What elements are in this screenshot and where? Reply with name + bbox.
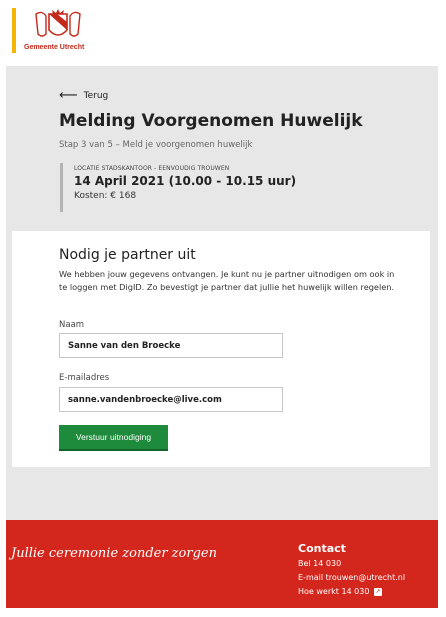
back-label: Terug [83, 90, 109, 101]
name-input[interactable]: Sanne van den Broecke [59, 333, 283, 358]
card-intro: We hebben jouw gegevens ontvangen. Je ku… [59, 269, 395, 292]
arrow-left-icon: ⟵ [59, 88, 78, 103]
appointment-summary: LOCATIE STADSKANTOOR - EENVOUDIG TROUWEN… [60, 163, 296, 212]
back-link[interactable]: ⟵ Terug [59, 89, 108, 102]
header-accent-bar [12, 8, 16, 53]
invite-partner-card: Nodig je partner uit We hebben jouw gege… [12, 231, 430, 467]
contact-email[interactable]: E-mail trouwen@utrecht.nl [298, 571, 405, 585]
email-label: E-mailadres [59, 373, 110, 383]
footer-contact: Contact Bel 14 030 E-mail trouwen@utrech… [298, 542, 405, 599]
external-link-icon: ↗ [373, 587, 382, 596]
contact-phone[interactable]: Bel 14 030 [298, 557, 405, 571]
location-label: LOCATIE STADSKANTOOR - EENVOUDIG TROUWEN [74, 165, 230, 172]
footer-slogan: Jullie ceremonie zonder zorgen [11, 546, 217, 561]
coat-of-arms-icon [35, 9, 81, 37]
gemeente-utrecht-logo[interactable]: Gemeente Utrecht [24, 8, 94, 54]
appointment-date: 14 April 2021 (10.00 - 10.15 uur) [74, 174, 297, 188]
send-invite-button[interactable]: Verstuur uitnodiging [59, 425, 168, 451]
name-label: Naam [59, 320, 85, 330]
how-it-works-label: Hoe werkt 14 030 [298, 587, 370, 596]
site-header: Gemeente Utrecht [0, 0, 446, 66]
page-title: Melding Voorgenomen Huwelijk [59, 111, 363, 131]
contact-heading: Contact [298, 542, 346, 555]
how-it-works-link[interactable]: Hoe werkt 14 030 ↗ [298, 585, 405, 599]
logo-text: Gemeente Utrecht [24, 44, 85, 51]
site-footer: Jullie ceremonie zonder zorgen Contact B… [6, 520, 438, 608]
appointment-cost: Kosten: € 168 [74, 191, 137, 201]
email-input[interactable]: sanne.vandenbroecke@live.com [59, 387, 283, 412]
step-indicator: Stap 3 van 5 – Meld je voorgenomen huwel… [59, 140, 253, 150]
card-heading: Nodig je partner uit [59, 247, 196, 263]
